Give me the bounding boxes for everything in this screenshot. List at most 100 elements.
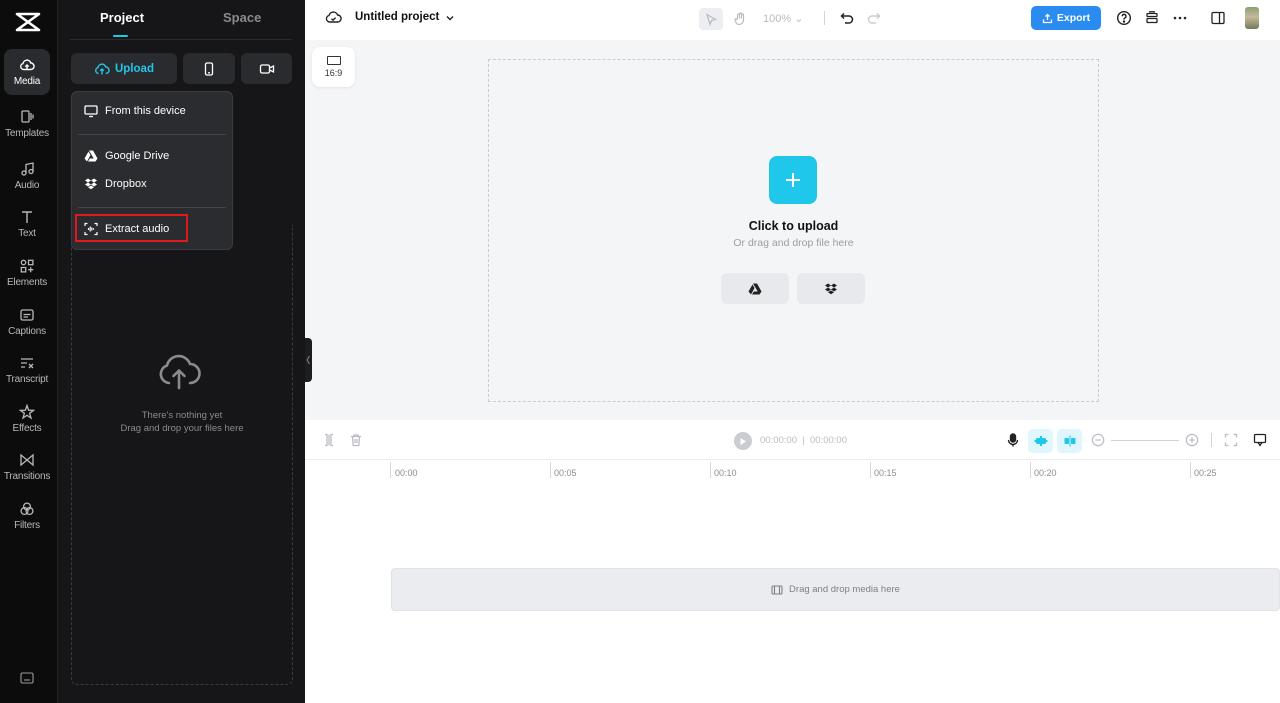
dropbox-button[interactable] bbox=[797, 273, 865, 304]
export-label: Export bbox=[1056, 12, 1091, 24]
fullscreen-icon[interactable] bbox=[1224, 433, 1238, 447]
transcript-icon bbox=[21, 358, 34, 369]
rail-label: Transitions bbox=[3, 471, 51, 482]
menu-item-dropbox[interactable]: Dropbox bbox=[84, 177, 147, 191]
hand-tool-button[interactable] bbox=[728, 8, 752, 30]
video-camera-icon bbox=[259, 63, 274, 74]
undo-icon[interactable] bbox=[839, 10, 855, 26]
rail-label: Elements bbox=[6, 277, 48, 288]
aspect-ratio-icon bbox=[326, 56, 341, 65]
main-track-dropzone[interactable]: Drag and drop media here bbox=[391, 568, 1280, 611]
layout-panel-icon[interactable] bbox=[1210, 10, 1226, 26]
cloud-upload-icon bbox=[159, 354, 201, 390]
menu-item-from-device[interactable]: From this device bbox=[84, 104, 186, 118]
timeline-toolbar: 00:00:00 | 00:00:00 bbox=[305, 420, 1280, 460]
current-time: 00:00:00 bbox=[760, 435, 797, 446]
menu-item-label: Google Drive bbox=[105, 150, 170, 162]
more-options-icon[interactable] bbox=[1172, 10, 1188, 26]
panel-collapse-handle[interactable] bbox=[305, 338, 312, 382]
rail-item-transcript[interactable]: Transcript bbox=[4, 347, 50, 393]
linkage-button[interactable] bbox=[1057, 429, 1082, 453]
rail-item-elements[interactable]: Elements bbox=[4, 250, 50, 296]
music-note-icon bbox=[21, 162, 34, 176]
phone-icon bbox=[204, 61, 214, 76]
ruler-tick bbox=[1030, 462, 1031, 478]
rail-item-media[interactable]: Media bbox=[4, 49, 50, 95]
cloud-upload-icon bbox=[95, 62, 110, 74]
ruler-label: 00:00 bbox=[395, 468, 418, 478]
rail-item-effects[interactable]: Effects bbox=[4, 396, 50, 442]
upload-button[interactable]: Upload bbox=[71, 53, 177, 84]
layers-icon[interactable] bbox=[1144, 10, 1160, 26]
auto-snap-button[interactable] bbox=[1028, 429, 1053, 453]
export-button[interactable]: Export bbox=[1031, 6, 1101, 30]
templates-icon bbox=[21, 110, 34, 123]
film-icon bbox=[771, 584, 783, 595]
aspect-ratio-label: 16:9 bbox=[324, 68, 343, 78]
plus-icon bbox=[786, 173, 800, 187]
chevron-down-icon[interactable] bbox=[444, 12, 456, 24]
menu-item-google-drive[interactable]: Google Drive bbox=[84, 149, 169, 163]
rail-item-audio[interactable]: Audio bbox=[4, 153, 50, 199]
play-icon bbox=[740, 437, 746, 445]
select-tool-button[interactable] bbox=[699, 8, 723, 30]
menu-divider bbox=[78, 134, 226, 135]
media-drop-area[interactable] bbox=[71, 225, 293, 685]
zoom-in-icon[interactable] bbox=[1185, 433, 1199, 447]
menu-divider bbox=[78, 207, 226, 208]
track-placeholder: Drag and drop media here bbox=[789, 584, 900, 595]
toolbar-divider bbox=[824, 11, 825, 25]
filters-icon bbox=[20, 502, 34, 516]
rail-item-transitions[interactable]: Transitions bbox=[4, 444, 50, 490]
project-title[interactable]: Untitled project bbox=[355, 11, 439, 23]
rail-label: Captions bbox=[8, 326, 46, 337]
help-icon[interactable] bbox=[1116, 10, 1132, 26]
ruler-label: 00:25 bbox=[1194, 468, 1217, 478]
upload-title[interactable]: Click to upload bbox=[488, 219, 1099, 233]
cloud-upload-icon bbox=[20, 59, 35, 71]
cloud-sync-icon[interactable] bbox=[325, 10, 342, 25]
export-icon bbox=[1042, 13, 1053, 23]
feedback-icon[interactable] bbox=[1253, 433, 1267, 447]
rail-item-templates[interactable]: Templates bbox=[4, 101, 50, 147]
rail-item-captions[interactable]: Captions bbox=[4, 299, 50, 345]
microphone-icon[interactable] bbox=[1006, 433, 1020, 447]
record-button[interactable] bbox=[241, 53, 292, 84]
user-avatar[interactable] bbox=[1245, 7, 1259, 29]
aspect-ratio-button[interactable]: 16:9 bbox=[312, 47, 355, 87]
left-rail: Media Templates Audio Text Elements Capt… bbox=[0, 0, 57, 703]
tab-space[interactable]: Space bbox=[223, 10, 261, 25]
ruler-label: 00:10 bbox=[714, 468, 737, 478]
zoom-value: 100% bbox=[763, 13, 792, 25]
google-drive-button[interactable] bbox=[721, 273, 789, 304]
capcut-logo bbox=[15, 12, 41, 32]
keyboard-icon[interactable] bbox=[20, 672, 34, 684]
timeline-ruler[interactable]: 00:00 00:05 00:10 00:15 00:20 00:25 bbox=[390, 462, 1280, 478]
timeline-zoom-slider[interactable] bbox=[1111, 440, 1179, 441]
rail-label: Templates bbox=[5, 128, 49, 139]
delete-icon[interactable] bbox=[349, 433, 363, 447]
rail-item-filters[interactable]: Filters bbox=[4, 493, 50, 539]
ruler-label: 00:05 bbox=[554, 468, 577, 478]
redo-icon[interactable] bbox=[866, 10, 882, 26]
google-drive-icon bbox=[748, 283, 762, 294]
add-media-button[interactable] bbox=[769, 156, 817, 204]
split-icon[interactable] bbox=[322, 433, 336, 447]
rail-label: Media bbox=[13, 76, 41, 87]
empty-state-hint: Drag and drop your files here bbox=[120, 423, 244, 434]
active-tab-indicator bbox=[113, 35, 128, 37]
tab-project[interactable]: Project bbox=[100, 10, 144, 25]
ruler-label: 00:20 bbox=[1034, 468, 1057, 478]
zoom-level[interactable]: 100% ⌄ bbox=[763, 12, 803, 25]
ruler-tick bbox=[550, 462, 551, 478]
text-icon bbox=[22, 211, 32, 223]
link-clips-icon bbox=[1064, 435, 1075, 447]
rail-item-text[interactable]: Text bbox=[4, 201, 50, 247]
upload-label: Upload bbox=[115, 62, 154, 75]
transitions-icon bbox=[20, 453, 34, 467]
phone-upload-button[interactable] bbox=[183, 53, 235, 84]
total-time: 00:00:00 bbox=[810, 435, 847, 446]
zoom-out-icon[interactable] bbox=[1091, 433, 1105, 447]
rail-label: Audio bbox=[14, 180, 40, 191]
play-button[interactable] bbox=[734, 432, 752, 450]
